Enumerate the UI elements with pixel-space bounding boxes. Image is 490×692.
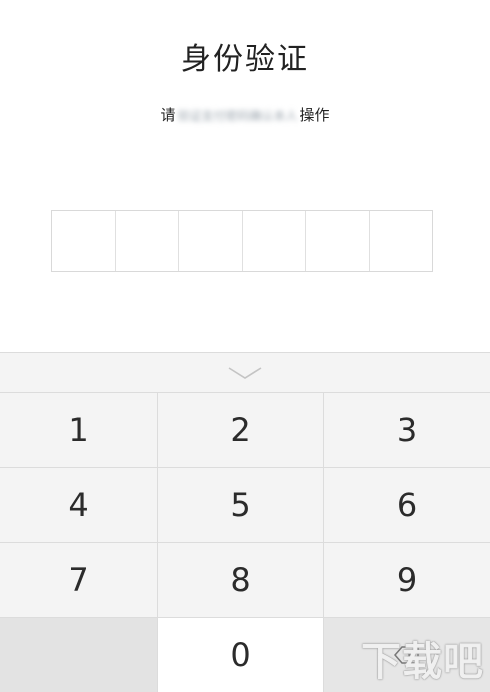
pin-digit-box[interactable] <box>116 211 179 271</box>
key-0[interactable]: 0 <box>158 618 324 692</box>
chevron-down-icon <box>228 366 262 379</box>
key-9[interactable]: 9 <box>324 543 490 618</box>
pin-digit-box[interactable] <box>243 211 306 271</box>
pin-digit-box[interactable] <box>370 211 433 271</box>
page-title: 身份验证 <box>181 42 309 77</box>
key-7[interactable]: 7 <box>0 543 158 618</box>
key-4[interactable]: 4 <box>0 468 158 543</box>
numeric-keypad: 1 2 3 4 5 6 7 8 9 0 <box>0 352 490 692</box>
collapse-keyboard-button[interactable] <box>0 353 490 393</box>
key-2[interactable]: 2 <box>158 393 324 468</box>
pin-input[interactable] <box>51 210 433 272</box>
pin-digit-box[interactable] <box>52 211 116 271</box>
pin-digit-box[interactable] <box>306 211 370 271</box>
pin-digit-box[interactable] <box>179 211 243 271</box>
instruction-text: 请验证支付密码确认本人 操作 <box>0 104 490 125</box>
key-empty <box>0 618 158 692</box>
verification-panel: 身份验证 请验证支付密码确认本人 操作 <box>0 0 490 352</box>
key-1[interactable]: 1 <box>0 393 158 468</box>
instruction-redacted: 验证支付密码确认本人 <box>177 109 298 123</box>
instruction-prefix: 请 <box>160 106 176 124</box>
keypad-grid: 1 2 3 4 5 6 7 8 9 0 <box>0 393 490 692</box>
key-8[interactable]: 8 <box>158 543 324 618</box>
backspace-icon <box>394 646 419 664</box>
key-5[interactable]: 5 <box>158 468 324 543</box>
key-3[interactable]: 3 <box>324 393 490 468</box>
delete-button[interactable] <box>324 618 490 692</box>
key-6[interactable]: 6 <box>324 468 490 543</box>
instruction-suffix: 操作 <box>299 106 330 124</box>
